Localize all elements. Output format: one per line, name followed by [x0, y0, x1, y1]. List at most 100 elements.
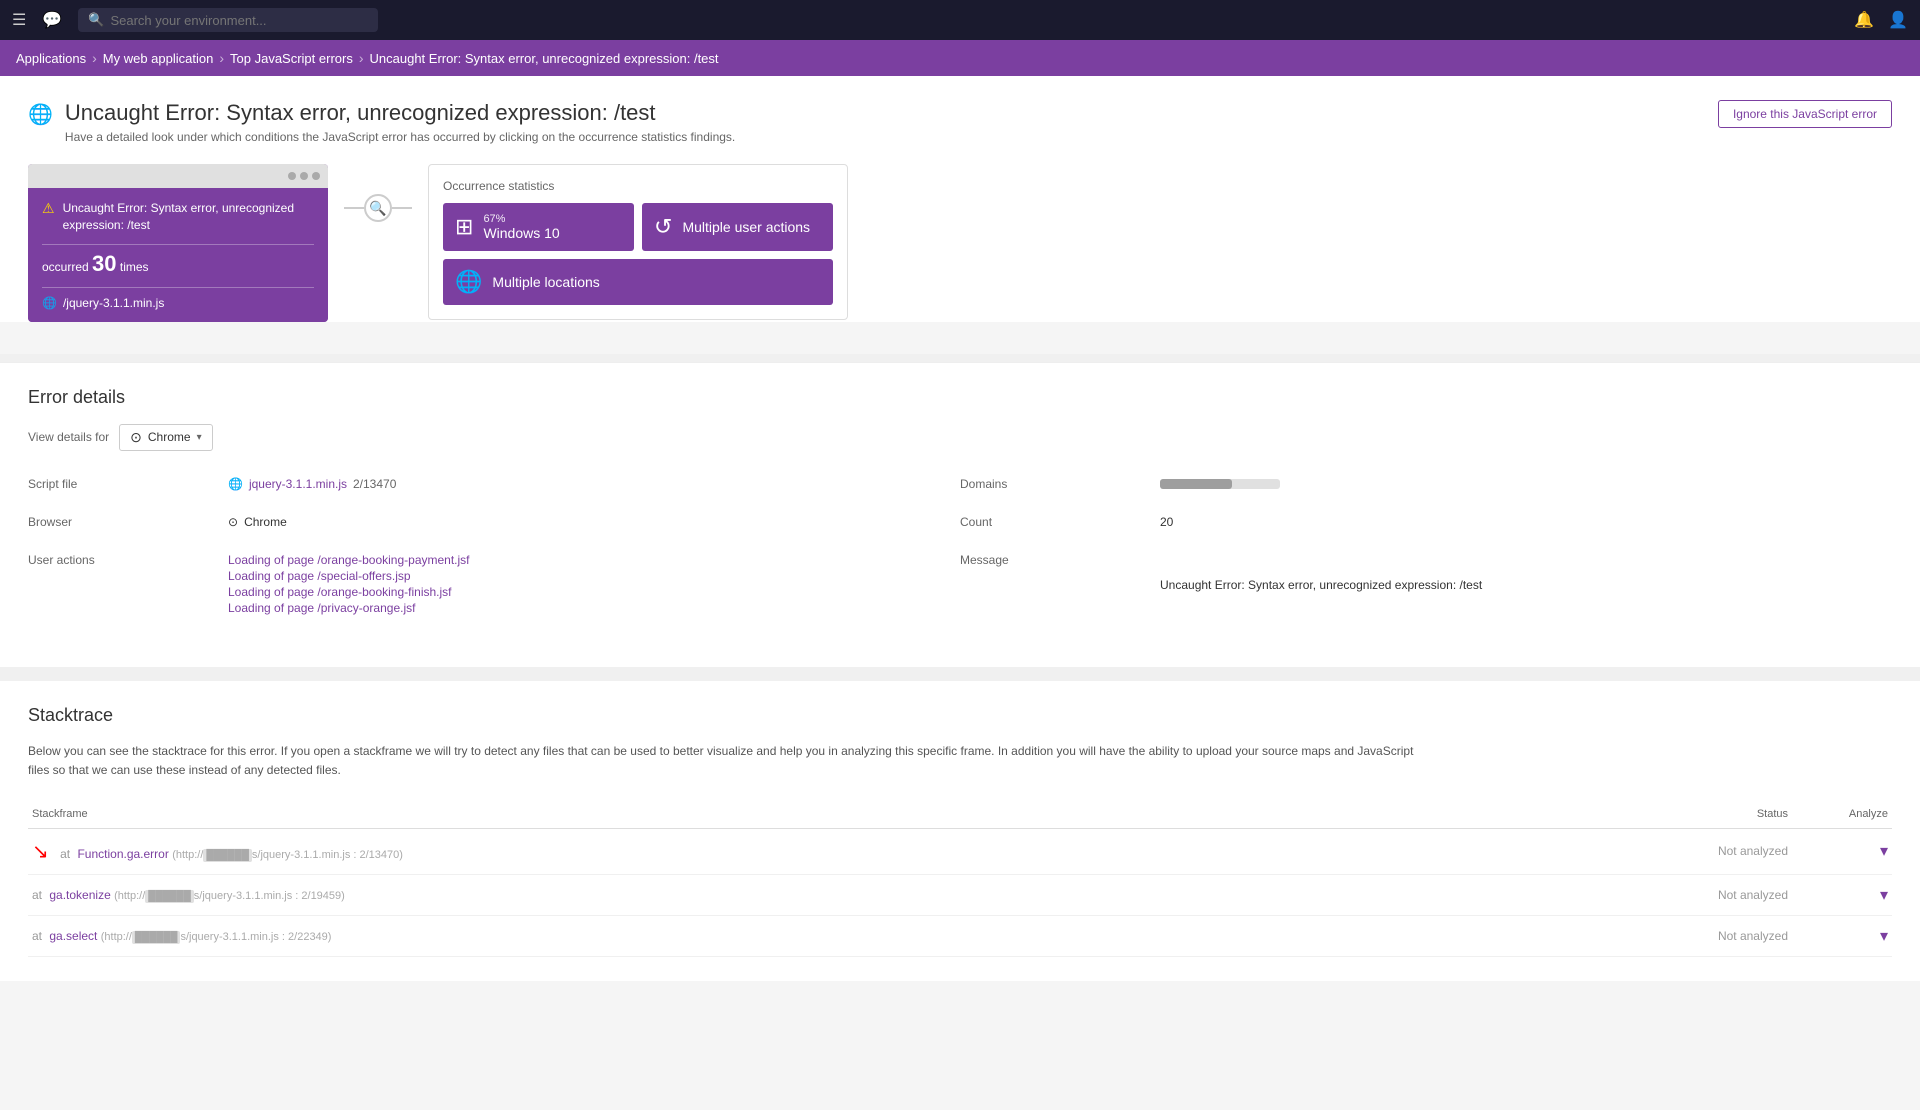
section-separator [0, 354, 1920, 362]
user-action-1[interactable]: Loading of page /orange-booking-payment.… [228, 553, 960, 567]
frame-func-1[interactable]: ga.tokenize [49, 888, 110, 902]
user-actions-stat-content: Multiple user actions [682, 219, 810, 235]
page-header: 🌐 Uncaught Error: Syntax error, unrecogn… [28, 100, 1892, 144]
script-name: /jquery-3.1.1.min.js [63, 296, 164, 310]
stacktrace-title: Stacktrace [28, 705, 1892, 726]
breadcrumb-sep-2: › [219, 50, 224, 66]
frame-prefix-0: at [60, 847, 70, 861]
frame-func-2[interactable]: ga.select [49, 929, 97, 943]
frame-func-0[interactable]: Function.ga.error [77, 847, 168, 861]
frame-prefix-1: at [32, 888, 42, 902]
notification-icon[interactable]: 🔔 [1854, 10, 1874, 30]
stacktrace-row: at ga.select (http://██████s/jquery-3.1.… [28, 915, 1892, 956]
page-subtitle: Have a detailed look under which conditi… [65, 130, 735, 144]
page-header-left: 🌐 Uncaught Error: Syntax error, unrecogn… [28, 100, 735, 144]
magnify-icon: 🔍 [364, 194, 392, 222]
chat-icon[interactable]: 💬 [42, 10, 62, 30]
windows-stat-card[interactable]: ⊞ 67% Windows 10 [443, 203, 634, 251]
connector-line-right [392, 207, 412, 209]
script-file-link[interactable]: jquery-3.1.1.min.js [249, 477, 347, 491]
error-details-title: Error details [28, 387, 1892, 408]
browser-value: ⊙ Chrome [228, 509, 960, 535]
breadcrumb: Applications › My web application › Top … [0, 40, 1920, 76]
browser-dropdown[interactable]: ⊙ Chrome ▾ [119, 424, 212, 451]
breadcrumb-sep-1: › [92, 50, 97, 66]
locations-label: Multiple locations [492, 274, 599, 290]
search-box[interactable]: 🔍 [78, 8, 378, 32]
analyze-chevron-1[interactable]: ▾ [1880, 887, 1888, 904]
user-icon[interactable]: 👤 [1888, 10, 1908, 30]
ignore-button[interactable]: Ignore this JavaScript error [1718, 100, 1892, 128]
browser-dot-3 [312, 172, 320, 180]
stacktrace-description: Below you can see the stacktrace for thi… [28, 742, 1428, 780]
user-actions-label: User actions [28, 547, 228, 623]
frame-url-2: (http://██████s/jquery-3.1.1.min.js : 2/… [101, 931, 332, 943]
message-value: Uncaught Error: Syntax error, unrecogniz… [1160, 547, 1892, 623]
browser-titlebar [28, 164, 328, 188]
status-not-analyzed-0: Not analyzed [1718, 844, 1788, 858]
user-actions-value: Loading of page /orange-booking-payment.… [228, 547, 960, 623]
script-file-line: 2/13470 [353, 477, 396, 491]
stacktrace-header-row: Stackframe Status Analyze [28, 800, 1892, 829]
stackframe-cell-1: at ga.tokenize (http://██████s/jquery-3.… [28, 874, 1592, 915]
frame-status-cell-1: Not analyzed [1592, 874, 1792, 915]
user-action-4[interactable]: Loading of page /privacy-orange.jsf [228, 601, 960, 615]
windows-label: Windows 10 [483, 225, 559, 241]
message-label: Message [960, 547, 1160, 623]
stackframe-cell-0: ↘ at Function.ga.error (http://██████s/j… [28, 828, 1592, 874]
error-card-text: Uncaught Error: Syntax error, unrecogniz… [63, 200, 314, 234]
script-file-value: 🌐 jquery-3.1.1.min.js 2/13470 [228, 471, 960, 497]
frame-url-0: (http://██████s/jquery-3.1.1.min.js : 2/… [172, 849, 403, 861]
script-file-globe-icon: 🌐 [228, 477, 243, 491]
search-input[interactable] [110, 13, 368, 28]
breadcrumb-top-js-errors[interactable]: Top JavaScript errors [230, 51, 353, 66]
main-content: 🌐 Uncaught Error: Syntax error, unrecogn… [0, 76, 1920, 322]
hamburger-icon[interactable]: ☰ [12, 10, 26, 30]
windows-stat-content: 67% Windows 10 [483, 213, 559, 241]
frame-analyze-cell-1[interactable]: ▾ [1792, 874, 1892, 915]
user-action-2[interactable]: Loading of page /special-offers.jsp [228, 569, 960, 583]
occurred-suffix: times [120, 260, 149, 274]
breadcrumb-my-web-application[interactable]: My web application [103, 51, 214, 66]
script-file-label: Script file [28, 471, 228, 497]
user-actions-stat-card[interactable]: ↺ Multiple user actions [642, 203, 833, 251]
user-action-3[interactable]: Loading of page /orange-booking-finish.j… [228, 585, 960, 599]
analyze-chevron-2[interactable]: ▾ [1880, 928, 1888, 945]
page-title-block: Uncaught Error: Syntax error, unrecogniz… [65, 100, 735, 144]
status-not-analyzed-2: Not analyzed [1718, 929, 1788, 943]
count-label: Count [960, 509, 1160, 535]
breadcrumb-sep-3: › [359, 50, 364, 66]
script-icon: 🌐 [42, 296, 57, 310]
page-title: Uncaught Error: Syntax error, unrecogniz… [65, 100, 735, 126]
breadcrumb-current: Uncaught Error: Syntax error, unrecogniz… [370, 51, 719, 66]
locations-stat-card[interactable]: 🌐 Multiple locations [443, 259, 833, 305]
error-details-section: Error details View details for ⊙ Chrome … [0, 362, 1920, 667]
stacktrace-row: at ga.tokenize (http://██████s/jquery-3.… [28, 874, 1892, 915]
chrome-icon: ⊙ [130, 429, 142, 446]
breadcrumb-applications[interactable]: Applications [16, 51, 86, 66]
analyze-chevron-0[interactable]: ▾ [1880, 843, 1888, 860]
browser-label: Browser [28, 509, 228, 535]
col-analyze: Analyze [1792, 800, 1892, 829]
browser-icon-small: ⊙ [228, 515, 238, 529]
domain-bar [1160, 479, 1280, 489]
warning-icon: ⚠ [42, 200, 55, 217]
occurred-row: occurred 30 times [42, 244, 314, 277]
frame-prefix-2: at [32, 929, 42, 943]
occ-stats-grid: ⊞ 67% Windows 10 ↺ Multiple user actions… [443, 203, 833, 305]
col-stackframe: Stackframe [28, 800, 1592, 829]
frame-analyze-cell-0[interactable]: ▾ [1792, 828, 1892, 874]
top-navigation: ☰ 💬 🔍 🔔 👤 [0, 0, 1920, 40]
browser-dot-2 [300, 172, 308, 180]
stacktrace-table: Stackframe Status Analyze ↘ at Function.… [28, 800, 1892, 957]
browser-dropdown-value: Chrome [148, 430, 191, 444]
browser-body: ⚠ Uncaught Error: Syntax error, unrecogn… [28, 188, 328, 322]
section-separator-2 [0, 667, 1920, 675]
stacktrace-row: ↘ at Function.ga.error (http://██████s/j… [28, 828, 1892, 874]
domains-value [1160, 471, 1892, 497]
search-icon: 🔍 [88, 12, 104, 28]
error-browser-card: ⚠ Uncaught Error: Syntax error, unrecogn… [28, 164, 328, 322]
frame-analyze-cell-2[interactable]: ▾ [1792, 915, 1892, 956]
view-details-row: View details for ⊙ Chrome ▾ [28, 424, 1892, 451]
connector-line-left [344, 207, 364, 209]
